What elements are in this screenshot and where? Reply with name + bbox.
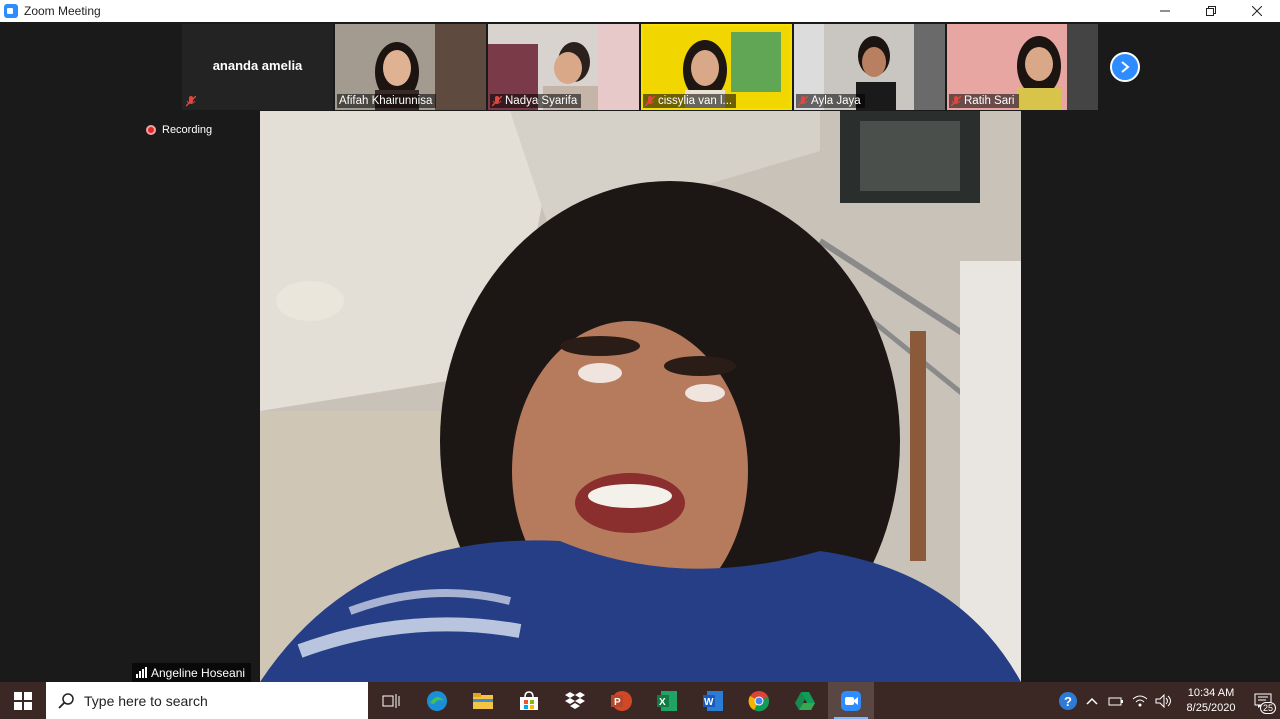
participant-label: Afifah Khairunnisa [337, 94, 437, 108]
battery-button[interactable] [1104, 682, 1128, 719]
task-view-button[interactable] [368, 682, 414, 719]
search-input[interactable] [84, 692, 344, 709]
edge-button[interactable] [414, 682, 460, 719]
show-hidden-icons-button[interactable] [1080, 682, 1104, 719]
svg-text:P: P [614, 697, 621, 708]
mic-muted-icon [798, 95, 808, 107]
participant-tile[interactable]: cissylia van l... [641, 24, 792, 110]
restore-icon [1206, 6, 1216, 16]
wifi-icon [1132, 695, 1148, 706]
participant-strip: ananda amelia Afifah Khairunnisa Nadya S… [182, 24, 1098, 110]
taskbar-apps: P X W [368, 682, 874, 719]
google-drive-button[interactable] [782, 682, 828, 719]
recording-label: Recording [162, 124, 213, 136]
chevron-right-icon [1121, 61, 1130, 73]
windows-logo-icon [14, 691, 32, 710]
active-speaker-video[interactable] [260, 111, 1021, 682]
speaker-icon [1155, 693, 1171, 708]
store-icon [520, 690, 538, 710]
search-icon [58, 692, 74, 709]
window-controls [1142, 0, 1280, 22]
svg-text:X: X [659, 697, 666, 708]
participant-label: Ayla Jaya [796, 94, 865, 108]
participant-tile[interactable]: Ayla Jaya [794, 24, 945, 110]
zoom-app-icon [841, 690, 861, 711]
action-center-button[interactable]: 25 [1246, 682, 1280, 719]
speaker-video-frame [260, 111, 1021, 682]
mic-muted-icon [492, 95, 502, 107]
powerpoint-icon: P [611, 690, 632, 711]
dropbox-button[interactable] [552, 682, 598, 719]
excel-button[interactable]: X [644, 682, 690, 719]
help-icon: ? [1059, 691, 1077, 710]
participant-tile[interactable]: Afifah Khairunnisa [335, 24, 486, 110]
next-page-button[interactable] [1110, 52, 1140, 82]
participant-name: ananda amelia [212, 58, 303, 73]
folder-icon [473, 692, 493, 709]
svg-text:?: ? [1064, 694, 1072, 709]
participant-name: Ratih Sari [964, 95, 1015, 107]
dropbox-icon [565, 691, 585, 709]
chrome-icon [748, 690, 769, 711]
record-dot-icon [146, 125, 156, 135]
participant-label: Ratih Sari [949, 94, 1019, 108]
close-icon [1252, 6, 1262, 16]
chevron-up-icon [1086, 697, 1098, 705]
participant-label: cissylia van l... [643, 94, 737, 108]
participant-name: Nadya Syarifa [505, 95, 578, 107]
speaker-name-label: Angeline Hoseani [132, 663, 252, 682]
file-explorer-button[interactable] [460, 682, 506, 719]
minimize-icon [1160, 10, 1170, 12]
system-tray: ? 10:34 AM 8/25/2020 25 [1056, 682, 1280, 719]
restore-button[interactable] [1188, 0, 1234, 22]
window-titlebar: Zoom Meeting [0, 0, 1280, 22]
store-button[interactable] [506, 682, 552, 719]
signal-strength-icon [136, 667, 147, 678]
network-button[interactable] [1128, 682, 1152, 719]
task-view-icon [382, 693, 400, 708]
word-button[interactable]: W [690, 682, 736, 719]
participant-tile[interactable]: Nadya Syarifa [488, 24, 639, 110]
participant-name: cissylia van l... [658, 95, 733, 107]
word-icon: W [703, 690, 723, 711]
mic-muted-icon [186, 96, 196, 107]
participant-label [184, 95, 200, 108]
zoom-button[interactable] [828, 682, 874, 719]
window-title: Zoom Meeting [24, 4, 101, 18]
close-button[interactable] [1234, 0, 1280, 22]
powerpoint-button[interactable]: P [598, 682, 644, 719]
google-drive-icon [795, 691, 815, 710]
participant-label: Nadya Syarifa [490, 94, 582, 108]
volume-button[interactable] [1152, 682, 1176, 719]
clock-date: 8/25/2020 [1186, 701, 1236, 714]
participant-tile[interactable]: Ratih Sari [947, 24, 1098, 110]
mic-muted-icon [645, 95, 655, 107]
excel-icon: X [657, 690, 677, 711]
help-button[interactable]: ? [1056, 682, 1080, 719]
clock-time: 10:34 AM [1187, 686, 1235, 699]
svg-text:W: W [704, 697, 714, 708]
windows-taskbar: P X W ? 10 [0, 682, 1280, 719]
meeting-area: ananda amelia Afifah Khairunnisa Nadya S… [0, 22, 1280, 682]
zoom-logo-icon [4, 4, 18, 18]
start-button[interactable] [0, 682, 46, 719]
chrome-button[interactable] [736, 682, 782, 719]
taskbar-search[interactable] [46, 682, 368, 719]
recording-indicator[interactable]: Recording [146, 124, 212, 136]
taskbar-clock[interactable]: 10:34 AM 8/25/2020 [1176, 686, 1246, 716]
mic-muted-icon [951, 95, 961, 107]
participant-name: Afifah Khairunnisa [339, 95, 433, 107]
participant-tile[interactable]: ananda amelia [182, 24, 333, 110]
minimize-button[interactable] [1142, 0, 1188, 22]
participant-name: Ayla Jaya [811, 95, 861, 107]
notification-badge: 25 [1259, 702, 1276, 714]
power-icon [1108, 697, 1123, 705]
edge-icon [427, 690, 447, 711]
speaker-name: Angeline Hoseani [151, 665, 246, 680]
